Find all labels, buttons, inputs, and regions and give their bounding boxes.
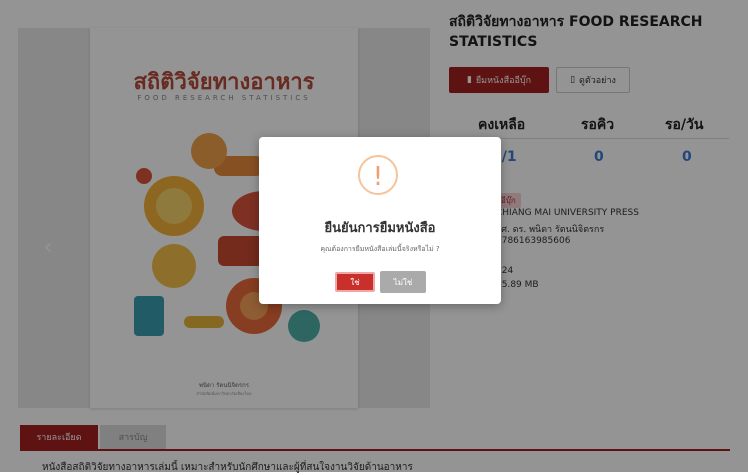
- confirm-borrow-dialog: ! ยืนยันการยืมหนังสือ คุณต้องการยืมหนังส…: [259, 137, 501, 304]
- dialog-message: คุณต้องการยืมหนังสือเล่มนี้จริงหรือไม่ ?: [320, 245, 440, 253]
- dialog-title: ยืนยันการยืมหนังสือ: [324, 221, 436, 236]
- warning-icon: !: [358, 155, 398, 195]
- confirm-button[interactable]: ใช่: [335, 272, 375, 292]
- cancel-button[interactable]: ไม่ใช่: [380, 271, 426, 293]
